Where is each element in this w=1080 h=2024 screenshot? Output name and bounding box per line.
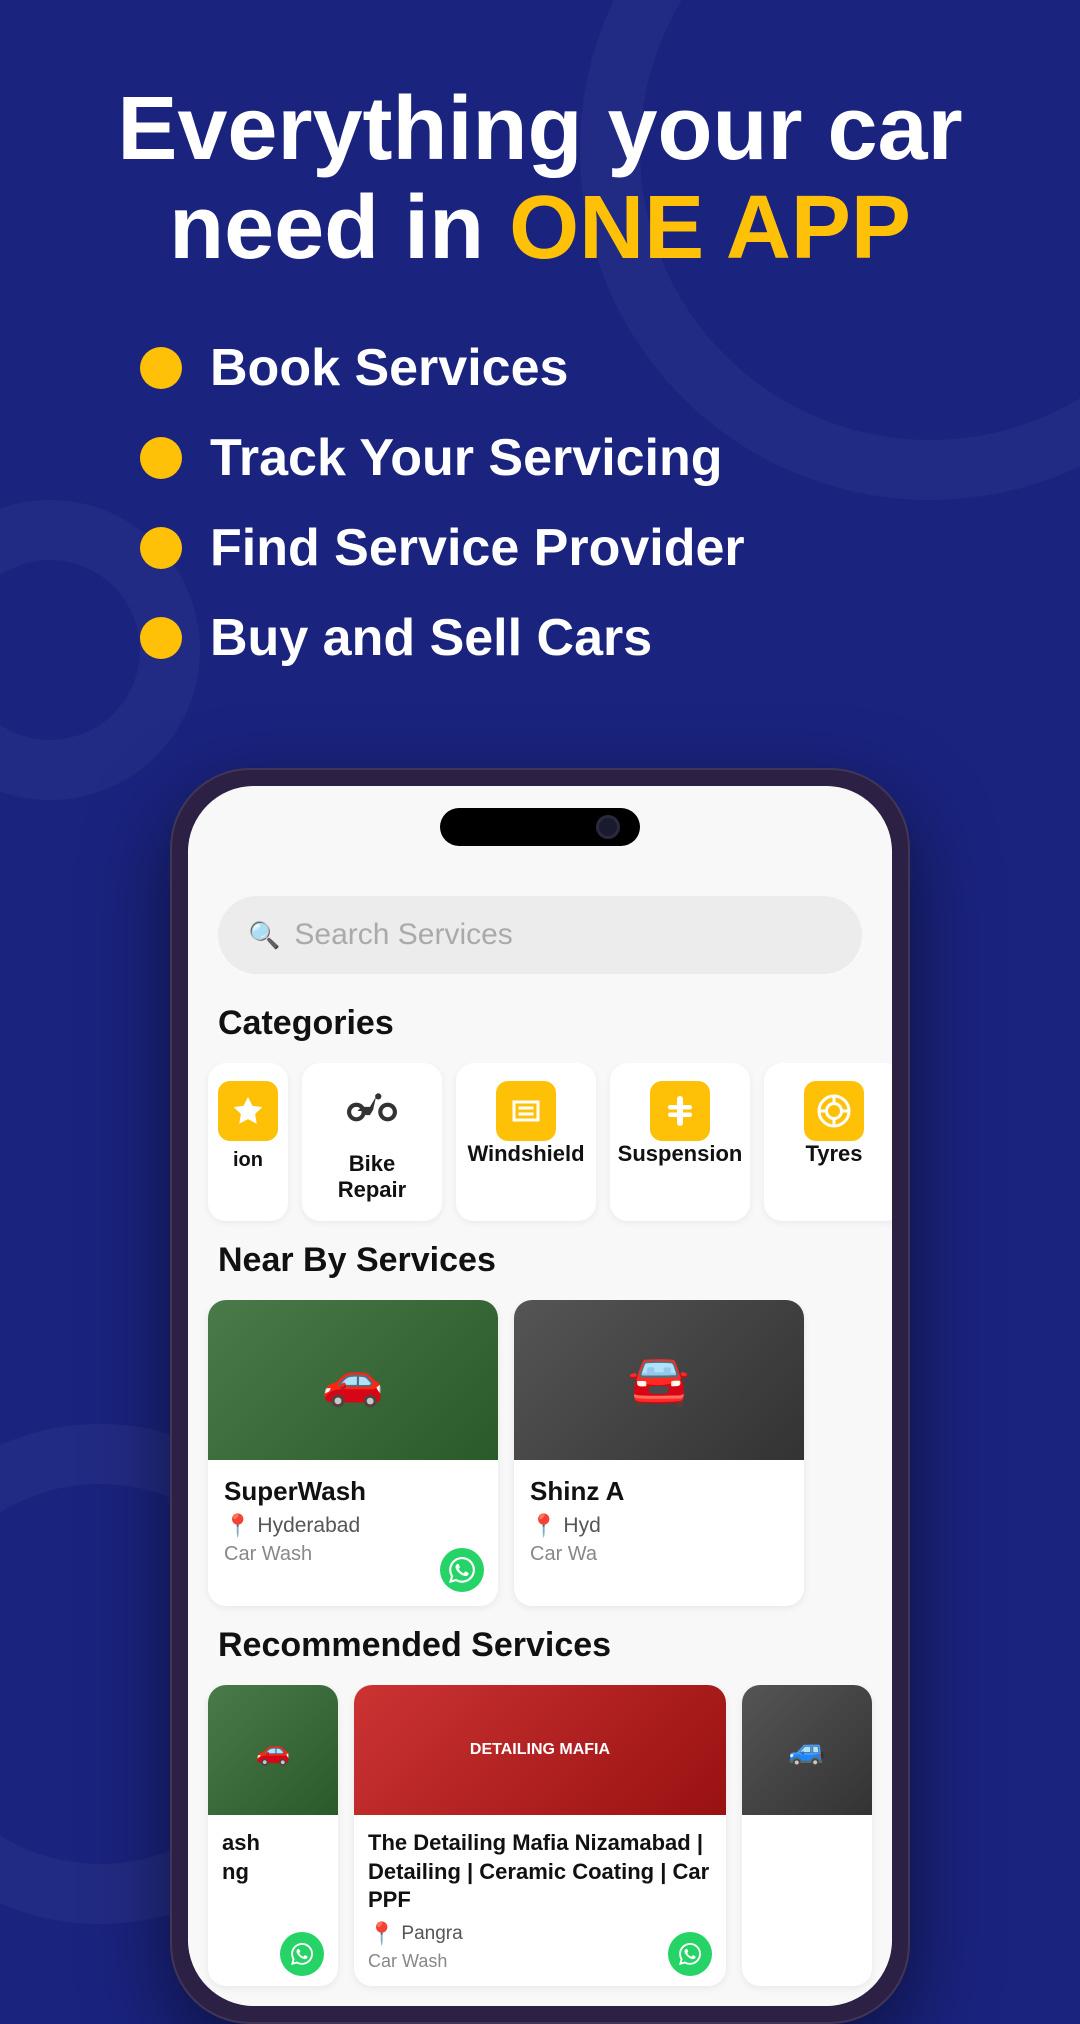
shinz-img-sim: 🚘 <box>514 1300 804 1460</box>
feature-buy-label: Buy and Sell Cars <box>210 608 652 668</box>
detailing-name: The Detailing Mafia Nizamabad | Detailin… <box>368 1829 712 1915</box>
search-container[interactable]: 🔍 Search Services <box>218 896 862 974</box>
bullet-icon <box>140 527 182 569</box>
nearby-title: Near By Services <box>188 1241 892 1280</box>
category-item-tyres[interactable]: Tyres <box>764 1063 892 1221</box>
shinz-body: Shinz A 📍 Hyd Car Wa <box>514 1460 804 1606</box>
search-placeholder: Search Services <box>294 918 512 952</box>
hero-title-highlight: ONE APP <box>509 178 911 278</box>
detailing-location: 📍 Pangra <box>368 1921 712 1947</box>
bullet-icon <box>140 617 182 659</box>
hero-title-line1: Everything your car <box>117 79 962 179</box>
feature-book-label: Book Services <box>210 338 568 398</box>
feature-find: Find Service Provider <box>140 518 940 578</box>
tyres-icon <box>804 1081 864 1141</box>
superwash-img-sim: 🚗 <box>208 1300 498 1460</box>
service-card-superwash[interactable]: 🚗 SuperWash 📍 Hyderabad Car Wash <box>208 1300 498 1606</box>
rec-partial-image: 🚗 <box>208 1685 338 1815</box>
partial-label: ion <box>233 1149 263 1172</box>
detailing-type: Car Wash <box>368 1951 712 1972</box>
category-item-bike-repair[interactable]: Bike Repair <box>302 1063 442 1221</box>
bullet-icon <box>140 347 182 389</box>
categories-section: Categories ion <box>188 1004 892 1241</box>
phone-screen: 🔍 Search Services Categories <box>188 786 892 2006</box>
category-item-partial[interactable]: ion <box>208 1063 288 1221</box>
feature-track-label: Track Your Servicing <box>210 428 723 488</box>
recommended-scroll: 🚗 ashng <box>188 1685 892 2006</box>
phone-outer: 🔍 Search Services Categories <box>170 768 910 2024</box>
feature-buy: Buy and Sell Cars <box>140 608 940 668</box>
bullet-icon <box>140 437 182 479</box>
phone-inner: 🔍 Search Services Categories <box>188 786 892 2006</box>
bike-repair-label: Bike Repair <box>318 1151 426 1203</box>
shinz-type: Car Wa <box>530 1543 788 1566</box>
shinz-image: 🚘 <box>514 1300 804 1460</box>
suspension-icon <box>650 1081 710 1141</box>
shinz-city: Hyd <box>563 1514 600 1538</box>
dynamic-island <box>440 808 640 846</box>
detailing-city: Pangra <box>401 1923 462 1945</box>
categories-scroll: ion Bike Repair <box>188 1063 892 1241</box>
location-pin-icon: 📍 <box>368 1921 395 1947</box>
superwash-whatsapp-button[interactable] <box>440 1548 484 1592</box>
phone-mockup-section: 🔍 Search Services Categories <box>0 768 1080 2024</box>
nearby-section: Near By Services 🚗 SuperWash 📍 <box>188 1241 892 1626</box>
detailing-img-sim: DETAILING MAFIA <box>354 1685 726 1815</box>
category-item-suspension[interactable]: Suspension <box>610 1063 750 1221</box>
superwash-location: 📍 Hyderabad <box>224 1513 482 1539</box>
third-image: 🚙 <box>742 1685 872 1815</box>
superwash-city: Hyderabad <box>257 1514 360 1538</box>
superwash-image: 🚗 <box>208 1300 498 1460</box>
third-body <box>742 1815 872 1986</box>
feature-find-label: Find Service Provider <box>210 518 745 578</box>
hero-section: Everything your car need in ONE APP Book… <box>0 0 1080 768</box>
search-bar[interactable]: 🔍 Search Services <box>218 896 862 974</box>
service-card-shinz[interactable]: 🚘 Shinz A 📍 Hyd Car Wa <box>514 1300 804 1606</box>
location-pin-icon: 📍 <box>530 1513 557 1539</box>
suspension-label: Suspension <box>618 1141 743 1167</box>
shinz-name: Shinz A <box>530 1476 788 1507</box>
search-icon: 🔍 <box>248 920 280 951</box>
categories-title: Categories <box>188 1004 892 1043</box>
category-item-windshield[interactable]: Windshield <box>456 1063 596 1221</box>
windshield-icon <box>496 1081 556 1141</box>
features-list: Book Services Track Your Servicing Find … <box>80 338 1000 668</box>
nearby-scroll: 🚗 SuperWash 📍 Hyderabad Car Wash <box>188 1300 892 1626</box>
rec-card-third[interactable]: 🚙 <box>742 1685 872 1986</box>
hero-title: Everything your car need in ONE APP <box>80 80 1000 278</box>
bike-repair-icon <box>342 1081 402 1141</box>
rec-card-partial[interactable]: 🚗 ashng <box>208 1685 338 1986</box>
recommended-title: Recommended Services <box>188 1626 892 1665</box>
rec-card-detailing[interactable]: DETAILING MAFIA The Detailing Mafia Niza… <box>354 1685 726 1986</box>
tyres-label: Tyres <box>805 1141 862 1167</box>
rec-partial-name: ashng <box>222 1829 324 1886</box>
detailing-image: DETAILING MAFIA <box>354 1685 726 1815</box>
partial-icon <box>218 1081 278 1141</box>
hero-title-line2: need in <box>169 178 509 278</box>
detailing-whatsapp-button[interactable] <box>668 1932 712 1976</box>
third-img-sim: 🚙 <box>742 1685 872 1815</box>
rec-partial-img-sim: 🚗 <box>208 1685 338 1815</box>
rec-partial-whatsapp-button[interactable] <box>280 1932 324 1976</box>
superwash-name: SuperWash <box>224 1476 482 1507</box>
feature-track: Track Your Servicing <box>140 428 940 488</box>
recommended-section: Recommended Services 🚗 ashng <box>188 1626 892 2006</box>
windshield-label: Windshield <box>467 1141 584 1167</box>
location-pin-icon: 📍 <box>224 1513 251 1539</box>
shinz-location: 📍 Hyd <box>530 1513 788 1539</box>
feature-book: Book Services <box>140 338 940 398</box>
